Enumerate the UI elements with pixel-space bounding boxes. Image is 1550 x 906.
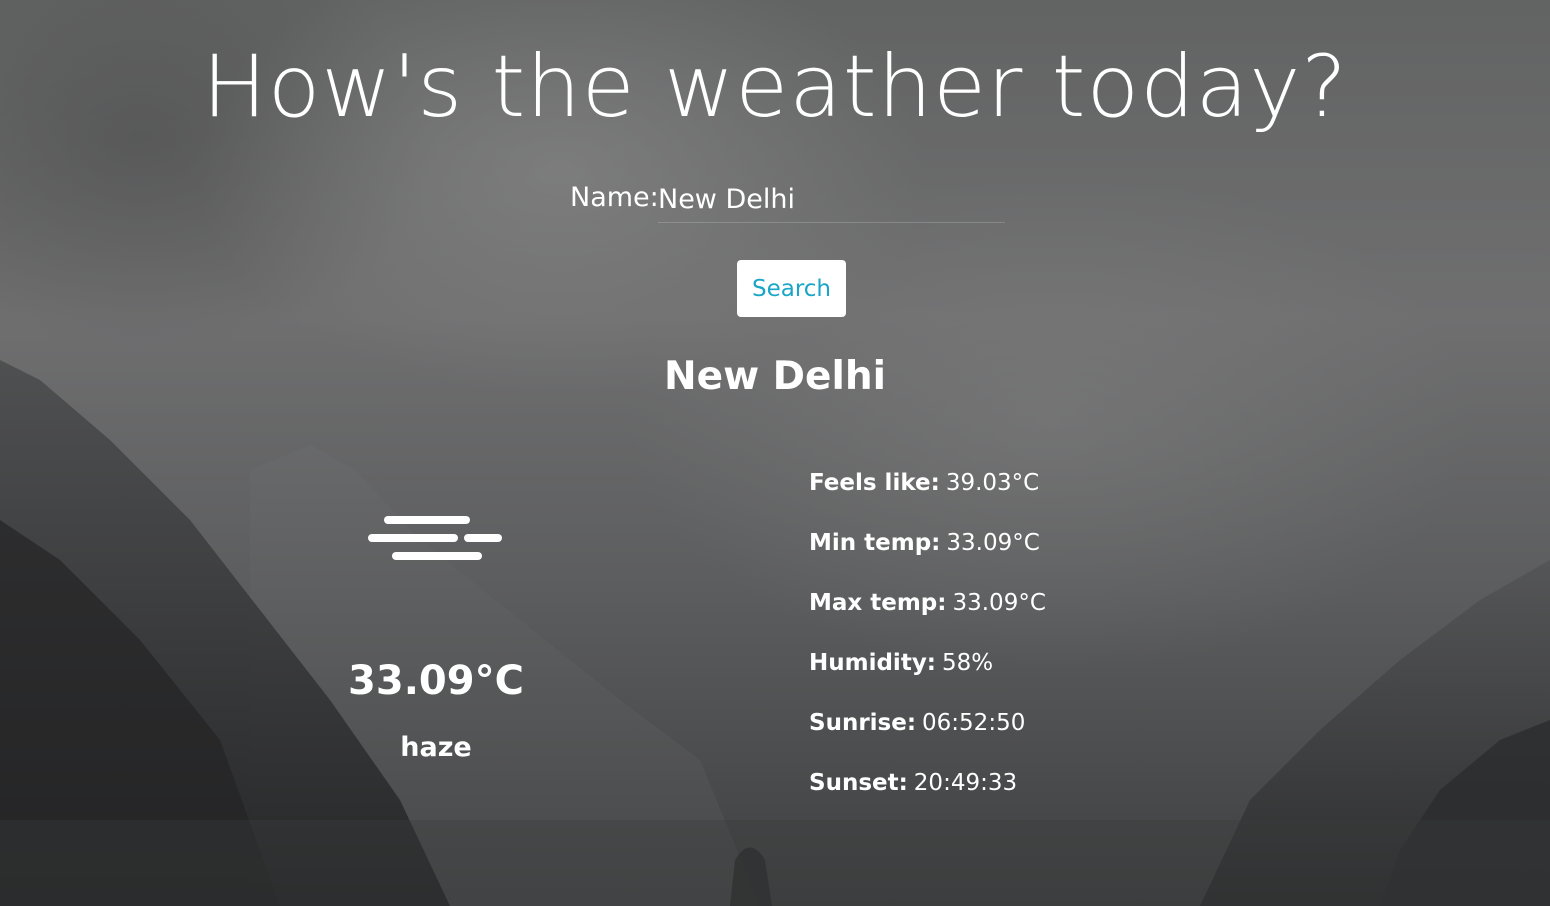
detail-sunset: Sunset: 20:49:33 [809,766,1209,826]
city-input-container [658,178,1005,223]
detail-value: 20:49:33 [913,770,1018,796]
detail-label: Sunset: [809,770,908,796]
detail-min-temp: Min temp: 33.09°C [809,526,1209,586]
detail-value: 39.03°C [945,470,1040,496]
detail-max-temp: Max temp: 33.09°C [809,586,1209,646]
detail-humidity: Humidity: 58% [809,646,1209,706]
detail-label: Feels like: [809,470,940,496]
detail-sunrise: Sunrise: 06:52:50 [809,706,1209,766]
detail-label: Sunrise: [809,710,917,736]
detail-value: 58% [942,650,994,676]
weather-details-list: Feels like: 39.03°C Min temp: 33.09°C Max … [809,466,1209,826]
weather-description: haze [400,732,472,763]
page-title: How's the weather today? [202,37,1348,137]
haze-icon [368,516,502,560]
detail-value: 33.09°C [952,590,1046,616]
detail-value: 06:52:50 [922,710,1026,736]
detail-label: Max temp: [809,590,947,616]
current-weather: 33.09°C haze [296,500,576,763]
current-temperature: 33.09°C [348,658,524,704]
city-input[interactable] [658,180,998,218]
detail-label: Humidity: [809,650,937,676]
search-form: Name: [570,178,1010,224]
detail-value: 33.09°C [946,530,1040,556]
city-name: New Delhi [663,354,887,399]
search-button[interactable]: Search [737,260,846,317]
name-label: Name: [570,182,659,213]
detail-feels-like: Feels like: 39.03°C [809,466,1209,526]
detail-label: Min temp: [809,530,941,556]
